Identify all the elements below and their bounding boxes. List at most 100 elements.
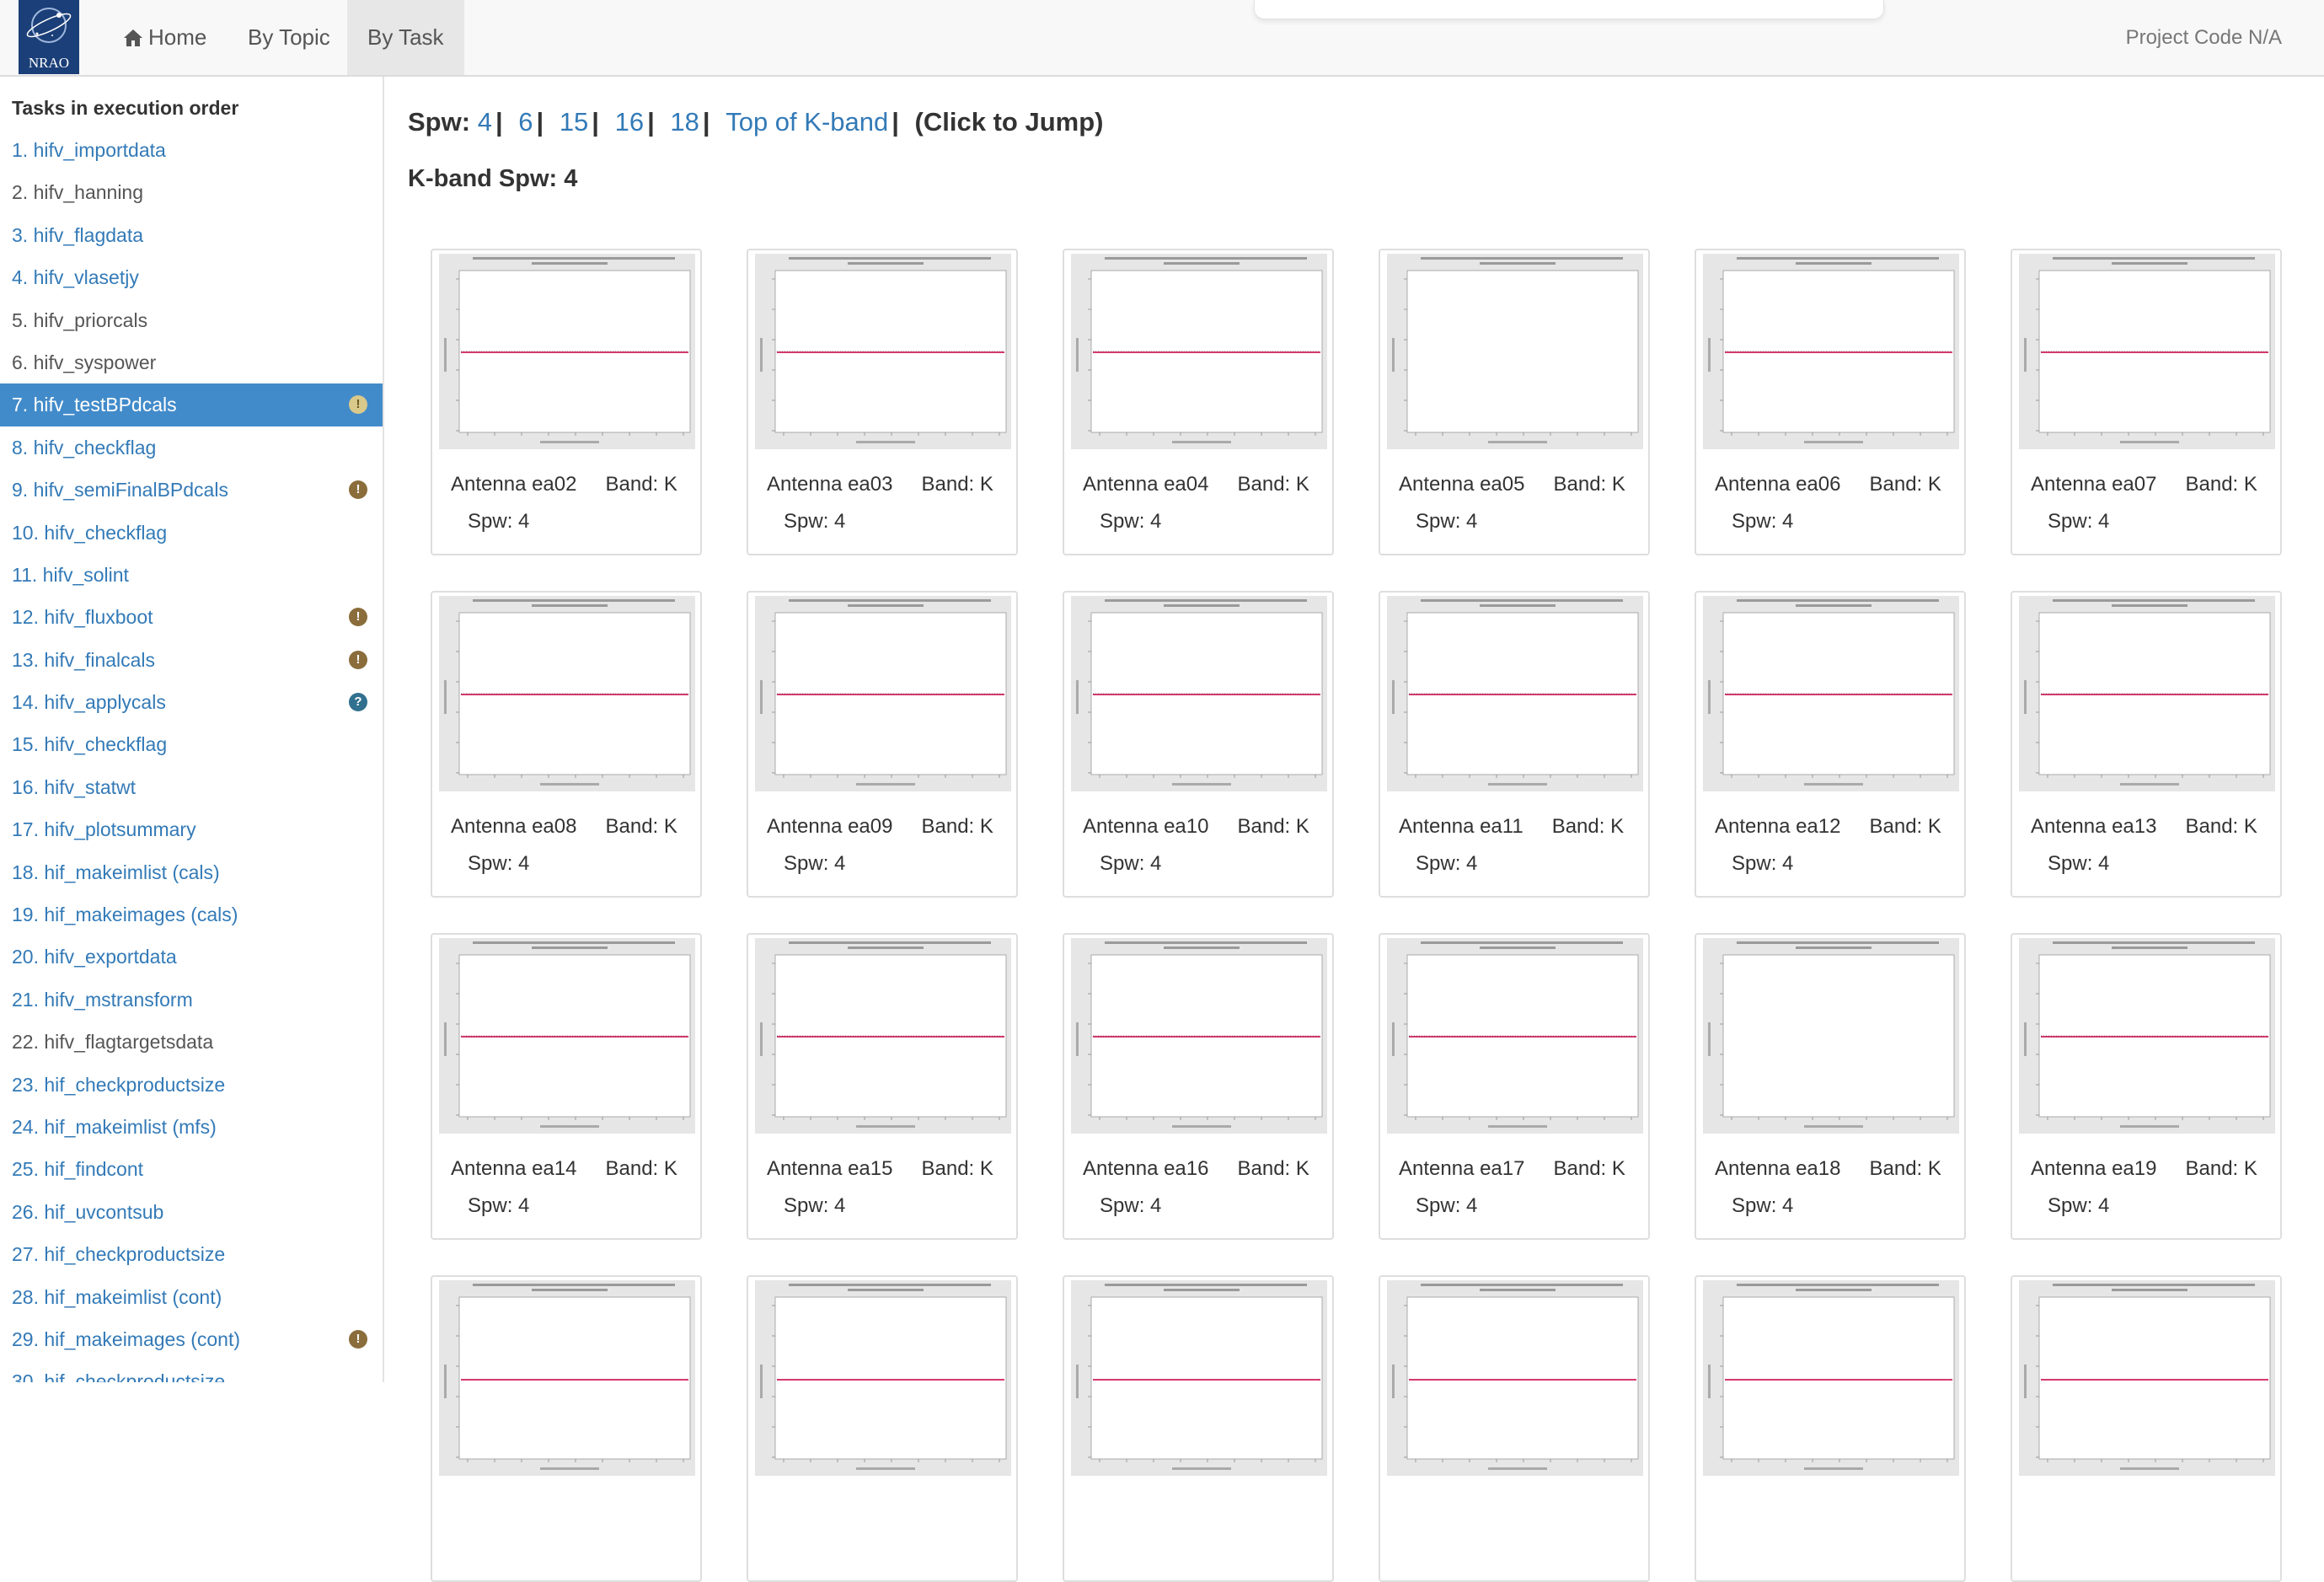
sidebar-task-item[interactable]: 13. hifv_finalcals! — [0, 639, 383, 681]
plot-thumbnail[interactable] — [1703, 1280, 1959, 1476]
nrao-logo[interactable]: NRAO — [19, 0, 79, 74]
plot-tile[interactable] — [1063, 1275, 1334, 1582]
sidebar-task-item[interactable]: 12. hifv_fluxboot! — [0, 596, 383, 638]
plot-tile[interactable] — [747, 1275, 1018, 1582]
plot-tile[interactable]: Antenna ea18 Band: K Spw: 4 — [1695, 933, 1966, 1240]
plot-thumbnail[interactable] — [2019, 254, 2275, 449]
antenna-label: Antenna ea17 — [1399, 1157, 1525, 1180]
plot-thumbnail[interactable] — [755, 1280, 1011, 1476]
plot-tile[interactable] — [2011, 1275, 2282, 1582]
sidebar-task-item[interactable]: 15. hifv_checkflag — [0, 723, 383, 765]
plot-tile[interactable]: Antenna ea07 Band: K Spw: 4 — [2011, 249, 2282, 555]
plot-thumbnail[interactable] — [1071, 596, 1327, 791]
jump-link-spw-6[interactable]: 6 — [518, 107, 533, 137]
sidebar-task-item[interactable]: 19. hif_makeimages (cals) — [0, 893, 383, 936]
plot-thumbnail[interactable] — [1387, 1280, 1643, 1476]
plot-thumbnail[interactable] — [439, 1280, 695, 1476]
sidebar-task-item[interactable]: 29. hif_makeimages (cont)! — [0, 1318, 383, 1360]
sidebar-task-item[interactable]: 4. hifv_vlasetjy — [0, 256, 383, 298]
plot-thumbnail[interactable] — [755, 596, 1011, 791]
plot-thumbnail[interactable] — [755, 254, 1011, 449]
sidebar-task-item[interactable]: 17. hifv_plotsummary — [0, 808, 383, 850]
jump-link-spw-4[interactable]: 4 — [478, 107, 492, 137]
antenna-label: Antenna ea03 — [767, 473, 893, 496]
sidebar-task-item[interactable]: 3. hifv_flagdata — [0, 214, 383, 256]
sidebar-task-item[interactable]: 2. hifv_hanning — [0, 171, 383, 213]
sidebar-task-item[interactable]: 10. hifv_checkflag — [0, 512, 383, 554]
plot-tile[interactable]: Antenna ea09 Band: K Spw: 4 — [747, 591, 1018, 898]
jump-link-spw-18[interactable]: 18 — [670, 107, 699, 137]
plot-tile[interactable]: Antenna ea02 Band: K Spw: 4 — [431, 249, 702, 555]
antenna-label: Antenna ea08 — [451, 815, 577, 838]
nav-home-link[interactable]: Home — [103, 0, 227, 75]
sidebar-task-item[interactable]: 11. hifv_solint — [0, 554, 383, 596]
sidebar-task-item[interactable]: 24. hif_makeimlist (mfs) — [0, 1106, 383, 1148]
plot-thumbnail[interactable] — [755, 938, 1011, 1134]
sidebar-task-item[interactable]: 25. hif_findcont — [0, 1148, 383, 1190]
sidebar-task-item[interactable]: 23. hif_checkproductsize — [0, 1064, 383, 1106]
plot-thumbnail[interactable] — [1387, 938, 1643, 1134]
plot-tile[interactable]: Antenna ea08 Band: K Spw: 4 — [431, 591, 702, 898]
plot-thumbnail[interactable] — [1387, 596, 1643, 791]
plot-thumbnail[interactable] — [1703, 254, 1959, 449]
jump-link-spw-15[interactable]: 15 — [560, 107, 588, 137]
sidebar-task-item[interactable]: 28. hif_makeimlist (cont) — [0, 1276, 383, 1318]
jump-link-top-of-band[interactable]: Top of K-band — [726, 107, 888, 137]
plot-tile[interactable]: Antenna ea03 Band: K Spw: 4 — [747, 249, 1018, 555]
sidebar-task-item[interactable]: 26. hif_uvcontsub — [0, 1191, 383, 1233]
antenna-label: Antenna ea09 — [767, 815, 893, 838]
plot-tile[interactable]: Antenna ea15 Band: K Spw: 4 — [747, 933, 1018, 1240]
plot-thumbnail[interactable] — [1387, 254, 1643, 449]
plot-tile[interactable]: Antenna ea16 Band: K Spw: 4 — [1063, 933, 1334, 1240]
sidebar-task-label: 26. hif_uvcontsub — [12, 1200, 164, 1223]
sidebar-task-item[interactable]: 14. hifv_applycals? — [0, 681, 383, 723]
plot-thumbnail[interactable] — [2019, 1280, 2275, 1476]
plot-tile[interactable]: Antenna ea10 Band: K Spw: 4 — [1063, 591, 1334, 898]
sidebar-task-item[interactable]: 8. hifv_checkflag — [0, 426, 383, 469]
plot-tile[interactable]: Antenna ea12 Band: K Spw: 4 — [1695, 591, 1966, 898]
nav-by-topic-link[interactable]: By Topic — [228, 0, 351, 75]
jump-link-spw-16[interactable]: 16 — [615, 107, 644, 137]
sidebar-task-item[interactable]: 22. hifv_flagtargetsdata — [0, 1021, 383, 1063]
sidebar-task-item[interactable]: 5. hifv_priorcals — [0, 299, 383, 341]
plot-tile[interactable]: Antenna ea06 Band: K Spw: 4 — [1695, 249, 1966, 555]
plot-tile[interactable]: Antenna ea17 Band: K Spw: 4 — [1379, 933, 1650, 1240]
plot-thumbnail[interactable] — [439, 938, 695, 1134]
sidebar-task-label: 2. hifv_hanning — [12, 181, 144, 204]
plot-thumbnail[interactable] — [1703, 596, 1959, 791]
warning-badge-icon: ! — [349, 1329, 367, 1349]
sidebar-task-item[interactable]: 21. hifv_mstransform — [0, 979, 383, 1021]
plot-tile[interactable] — [1379, 1275, 1650, 1582]
plot-thumbnail[interactable] — [439, 254, 695, 449]
plot-thumbnail[interactable] — [1071, 938, 1327, 1134]
sidebar-task-item[interactable]: 6. hifv_syspower — [0, 341, 383, 383]
sidebar-task-item[interactable]: 9. hifv_semiFinalBPdcals! — [0, 469, 383, 511]
plot-tile[interactable] — [1695, 1275, 1966, 1582]
sidebar-task-item[interactable]: 18. hif_makeimlist (cals) — [0, 851, 383, 893]
sidebar-task-item[interactable]: 20. hifv_exportdata — [0, 936, 383, 978]
plot-tile[interactable]: Antenna ea14 Band: K Spw: 4 — [431, 933, 702, 1240]
plot-tile[interactable]: Antenna ea05 Band: K Spw: 4 — [1379, 249, 1650, 555]
plot-tile[interactable]: Antenna ea19 Band: K Spw: 4 — [2011, 933, 2282, 1240]
sidebar-task-item[interactable]: 1. hifv_importdata — [0, 129, 383, 171]
plot-thumbnail[interactable] — [1071, 254, 1327, 449]
sidebar-task-label: 6. hifv_syspower — [12, 351, 157, 373]
sidebar-task-item[interactable]: 7. hifv_testBPdcals! — [0, 383, 383, 426]
plot-thumbnail[interactable] — [1703, 938, 1959, 1134]
plot-thumbnail[interactable] — [1071, 1280, 1327, 1476]
plot-thumbnail[interactable] — [2019, 596, 2275, 791]
plot-tile[interactable] — [431, 1275, 702, 1582]
plot-tile[interactable]: Antenna ea11 Band: K Spw: 4 — [1379, 591, 1650, 898]
plot-tile[interactable]: Antenna ea04 Band: K Spw: 4 — [1063, 249, 1334, 555]
sidebar-task-item[interactable]: 30. hif_checkproductsize — [0, 1360, 383, 1382]
task-sidebar: Tasks in execution order 1. hifv_importd… — [0, 77, 384, 1382]
band-label: Band: K — [605, 815, 677, 838]
plot-tile[interactable]: Antenna ea13 Band: K Spw: 4 — [2011, 591, 2282, 898]
plot-thumbnail[interactable] — [2019, 938, 2275, 1134]
antenna-label: Antenna ea02 — [451, 473, 577, 496]
sidebar-task-item[interactable]: 16. hifv_statwt — [0, 766, 383, 808]
plot-caption — [1083, 1493, 1111, 1530]
plot-thumbnail[interactable] — [439, 596, 695, 791]
sidebar-task-item[interactable]: 27. hif_checkproductsize — [0, 1233, 383, 1275]
nav-by-task-link[interactable]: By Task — [347, 0, 464, 75]
